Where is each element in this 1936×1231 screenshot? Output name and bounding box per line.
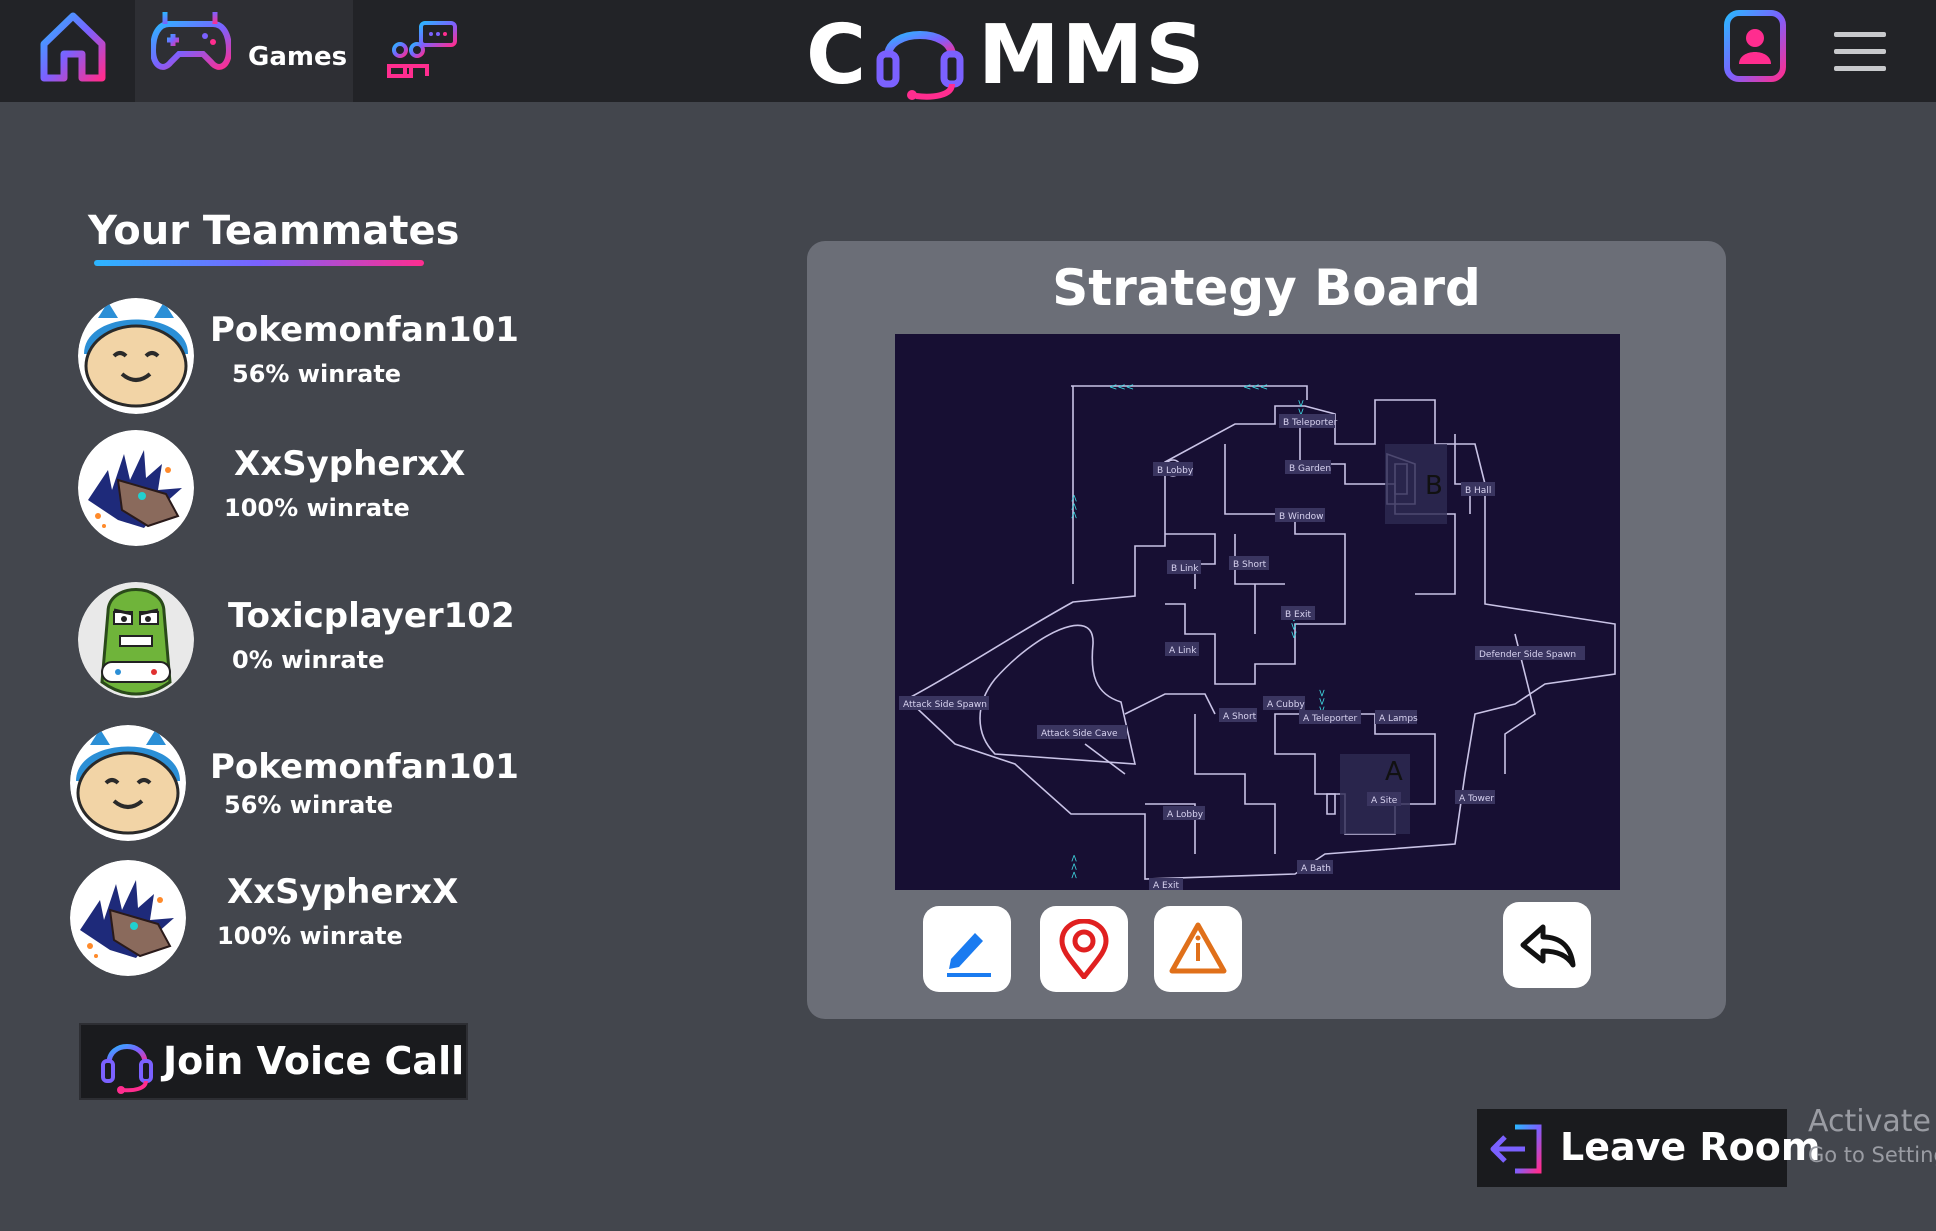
teammate-name: XxSypherxX [234, 444, 466, 484]
pickle-gamer-avatar [78, 582, 194, 698]
dragon-avatar [70, 860, 186, 976]
draw-tool-button[interactable] [923, 906, 1011, 992]
strategy-board-title: Strategy Board [1052, 259, 1481, 317]
svg-text:Attack Side Spawn: Attack Side Spawn [903, 700, 987, 710]
watermark-line-1: Activate W [1808, 1104, 1936, 1139]
top-navbar: Games C MMS [0, 0, 1936, 103]
home-icon[interactable] [36, 8, 110, 84]
marker-tool-button[interactable] [1040, 906, 1128, 992]
profile-icon[interactable] [1722, 8, 1788, 84]
snorlax-avatar [70, 725, 186, 841]
svg-text:<<: << [1296, 399, 1307, 416]
join-voice-call-label: Join Voice Call [163, 1039, 465, 1083]
heading-underline [94, 260, 424, 266]
leave-room-label: Leave Room [1560, 1125, 1821, 1169]
teammates-heading: Your Teammates [88, 208, 460, 254]
logo-text-right: MMS [978, 8, 1207, 103]
strategy-board: Strategy Board <<< <<< <<< <<< <<< <<< <… [807, 241, 1726, 1019]
headset-icon [872, 14, 968, 100]
svg-text:A Tower: A Tower [1459, 794, 1494, 804]
exit-icon [1489, 1123, 1545, 1175]
snorlax-avatar [78, 298, 194, 414]
nav-games-tab[interactable]: Games [135, 0, 353, 102]
teammate-name: Pokemonfan101 [210, 747, 519, 787]
app-logo: C MMS [806, 8, 1206, 103]
teammate-winrate: 0% winrate [232, 646, 385, 674]
svg-text:Defender Side Spawn: Defender Side Spawn [1479, 650, 1576, 660]
undo-arrow-icon [1520, 924, 1576, 968]
svg-text:B Window: B Window [1279, 512, 1324, 522]
hamburger-menu-icon[interactable] [1832, 28, 1888, 76]
svg-text:B Garden: B Garden [1289, 464, 1331, 474]
svg-text:A Lobby: A Lobby [1167, 810, 1204, 820]
location-pin-icon [1059, 919, 1109, 979]
gamepad-icon [149, 10, 233, 76]
svg-text:B Short: B Short [1233, 560, 1267, 570]
teammate-winrate: 100% winrate [217, 922, 403, 950]
svg-text:A Exit: A Exit [1153, 881, 1180, 890]
dragon-avatar [78, 430, 194, 546]
svg-text:B Hall: B Hall [1465, 486, 1491, 496]
svg-text:A Lamps: A Lamps [1379, 714, 1418, 724]
svg-text:B Teleporter: B Teleporter [1283, 418, 1338, 428]
svg-text:A Link: A Link [1169, 646, 1197, 656]
nav-games-label: Games [248, 42, 348, 72]
warning-icon [1169, 922, 1227, 974]
join-voice-call-button[interactable]: Join Voice Call [79, 1023, 468, 1100]
group-chat-icon[interactable] [387, 20, 461, 80]
undo-tool-button[interactable] [1503, 902, 1591, 988]
headset-icon [97, 1033, 157, 1095]
pencil-icon [947, 933, 991, 977]
leave-room-button[interactable]: Leave Room [1477, 1109, 1820, 1187]
teammate-name: XxSypherxX [227, 872, 459, 912]
svg-text:B Lobby: B Lobby [1157, 466, 1194, 476]
svg-text:B Link: B Link [1171, 564, 1199, 574]
teammate-name: Toxicplayer102 [228, 596, 515, 636]
teammate-winrate: 56% winrate [232, 360, 402, 388]
map-canvas[interactable]: <<< <<< <<< <<< <<< <<< << B A B Telepor… [895, 334, 1620, 890]
svg-text:<<<: <<< [1109, 382, 1134, 393]
teammate-winrate: 56% winrate [224, 791, 394, 819]
svg-text:A Short: A Short [1223, 712, 1257, 722]
svg-text:<<<: <<< [1068, 494, 1079, 519]
watermark-line-2: Go to Setting [1808, 1143, 1936, 1167]
svg-text:A Site: A Site [1371, 796, 1398, 806]
teammate-winrate: 100% winrate [224, 494, 410, 522]
svg-text:B Exit: B Exit [1285, 610, 1312, 620]
svg-text:<<<: <<< [1068, 854, 1079, 879]
site-a-label: A [1385, 757, 1403, 787]
activation-watermark: Activate W Go to Setting [1808, 1104, 1936, 1167]
svg-text:A Cubby: A Cubby [1267, 700, 1305, 710]
svg-text:Attack Side Cave: Attack Side Cave [1041, 729, 1118, 739]
svg-text:<<<: <<< [1243, 382, 1268, 393]
logo-text-left: C [806, 8, 867, 103]
svg-text:A Teleporter: A Teleporter [1303, 714, 1358, 724]
teammate-name: Pokemonfan101 [210, 310, 519, 350]
svg-text:A Bath: A Bath [1301, 864, 1331, 874]
site-b-label: B [1425, 471, 1443, 501]
warning-tool-button[interactable] [1154, 906, 1242, 992]
